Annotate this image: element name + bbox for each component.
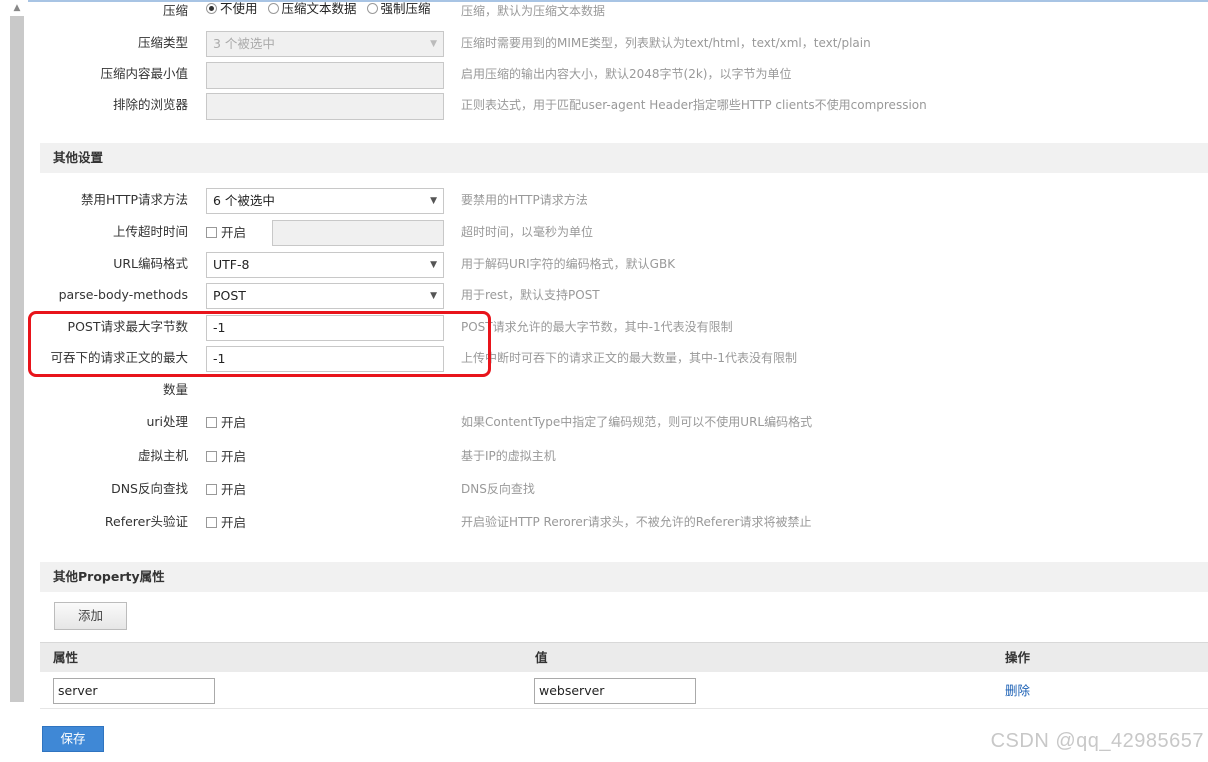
compression-type-select[interactable]: 3 个被选中 ▼ bbox=[206, 31, 444, 57]
parse-body-methods-hint: 用于rest，默认支持POST bbox=[461, 288, 600, 302]
radio-none[interactable] bbox=[206, 3, 217, 14]
table-row: server webserver 删除 bbox=[40, 673, 1208, 709]
virtual-host-row: 虚拟主机 开启 基于IP的虚拟主机 bbox=[40, 442, 1208, 472]
property-name-input[interactable]: server bbox=[53, 678, 215, 704]
dns-lookup-checkbox[interactable] bbox=[206, 484, 217, 495]
compression-label: 压缩 bbox=[162, 3, 188, 18]
compression-min-label: 压缩内容最小值 bbox=[100, 66, 188, 81]
radio-option-none[interactable]: 不使用 bbox=[206, 0, 258, 21]
chevron-down-icon: ▼ bbox=[430, 291, 437, 301]
compression-type-label: 压缩类型 bbox=[137, 35, 188, 50]
dns-lookup-toggle[interactable]: 开启 bbox=[206, 477, 246, 503]
uri-handling-checkbox[interactable] bbox=[206, 417, 217, 428]
uri-handling-hint: 如果ContentType中指定了编码规范，则可以不使用URL编码格式 bbox=[461, 415, 813, 429]
other-settings-title: 其他设置 bbox=[53, 150, 104, 165]
column-header-value: 值 bbox=[535, 650, 548, 665]
scrollbar-thumb[interactable] bbox=[10, 16, 24, 702]
swallow-max-label-cont-row: 数量 bbox=[40, 376, 1208, 406]
compression-min-input[interactable] bbox=[206, 62, 444, 89]
excluded-browsers-label: 排除的浏览器 bbox=[112, 97, 188, 112]
referer-check-toggle[interactable]: 开启 bbox=[206, 510, 246, 536]
scroll-up-arrow-icon[interactable]: ▲ bbox=[10, 2, 24, 14]
column-header-property: 属性 bbox=[53, 650, 79, 665]
add-property-button[interactable]: 添加 bbox=[54, 602, 127, 630]
upload-timeout-label: 上传超时时间 bbox=[112, 224, 188, 239]
url-encoding-hint: 用于解码URI字符的编码格式，默认GBK bbox=[461, 257, 676, 271]
property-value-input[interactable]: webserver bbox=[534, 678, 696, 704]
disabled-methods-hint: 要禁用的HTTP请求方法 bbox=[461, 193, 588, 207]
compression-hint: 压缩，默认为压缩文本数据 bbox=[461, 4, 606, 18]
compression-min-hint: 启用压缩的输出内容大小，默认2048字节(2k)，以字节为单位 bbox=[461, 67, 792, 81]
radio-force[interactable] bbox=[366, 3, 378, 14]
uri-handling-label: uri处理 bbox=[146, 414, 188, 429]
dns-lookup-row: DNS反向查找 开启 DNS反向查找 bbox=[40, 475, 1208, 505]
excluded-browsers-input[interactable] bbox=[206, 93, 444, 120]
compression-min-row: 压缩内容最小值 启用压缩的输出内容大小，默认2048字节(2k)，以字节为单位 bbox=[40, 60, 1208, 90]
vertical-scrollbar[interactable]: ▲ bbox=[0, 0, 28, 762]
radio-option-text[interactable]: 压缩文本数据 bbox=[267, 0, 357, 21]
referer-check-label: Referer头验证 bbox=[104, 514, 188, 529]
red-highlight-box bbox=[28, 311, 491, 377]
swallow-max-label-cont: 数量 bbox=[162, 382, 188, 397]
property-section-header: 其他Property属性 bbox=[40, 562, 1208, 592]
upload-timeout-input[interactable] bbox=[272, 220, 444, 246]
referer-check-row: Referer头验证 开启 开启验证HTTP Rerorer请求头，不被允许的R… bbox=[40, 508, 1208, 538]
property-table-header: 属性 值 操作 bbox=[40, 642, 1208, 672]
dns-lookup-label: DNS反向查找 bbox=[111, 481, 188, 496]
radio-option-force[interactable]: 强制压缩 bbox=[366, 0, 431, 21]
virtual-host-toggle[interactable]: 开启 bbox=[206, 444, 246, 470]
disabled-methods-label: 禁用HTTP请求方法 bbox=[81, 192, 188, 207]
referer-check-hint: 开启验证HTTP Rerorer请求头，不被允许的Referer请求将被禁止 bbox=[461, 515, 812, 529]
column-header-action: 操作 bbox=[1005, 650, 1031, 665]
parse-body-methods-label: parse-body-methods bbox=[58, 287, 188, 302]
dns-lookup-hint: DNS反向查找 bbox=[461, 482, 535, 496]
disabled-methods-select[interactable]: 6 个被选中 ▼ bbox=[206, 188, 444, 214]
compression-type-row: 压缩类型 3 个被选中 ▼ 压缩时需要用到的MIME类型，列表默认为text/h… bbox=[40, 29, 1208, 59]
upload-timeout-hint: 超时时间，以毫秒为单位 bbox=[461, 225, 594, 239]
excluded-browsers-row: 排除的浏览器 正则表达式，用于匹配user-agent Header指定哪些HT… bbox=[40, 91, 1208, 121]
watermark: CSDN @qq_42985657 bbox=[990, 730, 1204, 752]
property-section-title: 其他Property属性 bbox=[53, 569, 165, 584]
url-encoding-row: URL编码格式 UTF-8 ▼ 用于解码URI字符的编码格式，默认GBK bbox=[40, 250, 1208, 280]
other-settings-header: 其他设置 bbox=[40, 143, 1208, 173]
virtual-host-checkbox[interactable] bbox=[206, 451, 217, 462]
delete-link[interactable]: 删除 bbox=[1005, 673, 1030, 709]
referer-check-checkbox[interactable] bbox=[206, 517, 217, 528]
save-button[interactable]: 保存 bbox=[42, 726, 104, 752]
swallow-max-hint: 上传中断时可吞下的请求正文的最大数量，其中-1代表没有限制 bbox=[461, 351, 797, 365]
upload-timeout-row: 上传超时时间 开启 超时时间，以毫秒为单位 bbox=[40, 218, 1208, 248]
compression-row: 压缩 不使用 压缩文本数据 强制压缩 压缩，默认为压缩文本数据 bbox=[40, 0, 1208, 27]
virtual-host-label: 虚拟主机 bbox=[137, 448, 188, 463]
uri-handling-row: uri处理 开启 如果ContentType中指定了编码规范，则可以不使用URL… bbox=[40, 408, 1208, 438]
disabled-methods-row: 禁用HTTP请求方法 6 个被选中 ▼ 要禁用的HTTP请求方法 bbox=[40, 186, 1208, 216]
chevron-down-icon: ▼ bbox=[430, 196, 437, 206]
upload-timeout-toggle[interactable]: 开启 bbox=[206, 220, 246, 246]
chevron-down-icon: ▼ bbox=[430, 260, 437, 270]
excluded-browsers-hint: 正则表达式，用于匹配user-agent Header指定哪些HTTP clie… bbox=[461, 98, 927, 112]
virtual-host-hint: 基于IP的虚拟主机 bbox=[461, 449, 556, 463]
url-encoding-select[interactable]: UTF-8 ▼ bbox=[206, 252, 444, 278]
radio-text[interactable] bbox=[267, 3, 279, 14]
uri-handling-toggle[interactable]: 开启 bbox=[206, 410, 246, 436]
url-encoding-label: URL编码格式 bbox=[113, 256, 188, 271]
compression-type-hint: 压缩时需要用到的MIME类型，列表默认为text/html，text/xml，t… bbox=[461, 36, 871, 50]
parse-body-methods-select[interactable]: POST ▼ bbox=[206, 283, 444, 309]
post-max-bytes-hint: POST请求允许的最大字节数，其中-1代表没有限制 bbox=[461, 320, 733, 334]
parse-body-methods-row: parse-body-methods POST ▼ 用于rest，默认支持POS… bbox=[40, 281, 1208, 311]
upload-timeout-checkbox[interactable] bbox=[206, 227, 217, 238]
chevron-down-icon: ▼ bbox=[430, 39, 437, 49]
compression-radio-group: 不使用 压缩文本数据 强制压缩 bbox=[206, 0, 437, 21]
